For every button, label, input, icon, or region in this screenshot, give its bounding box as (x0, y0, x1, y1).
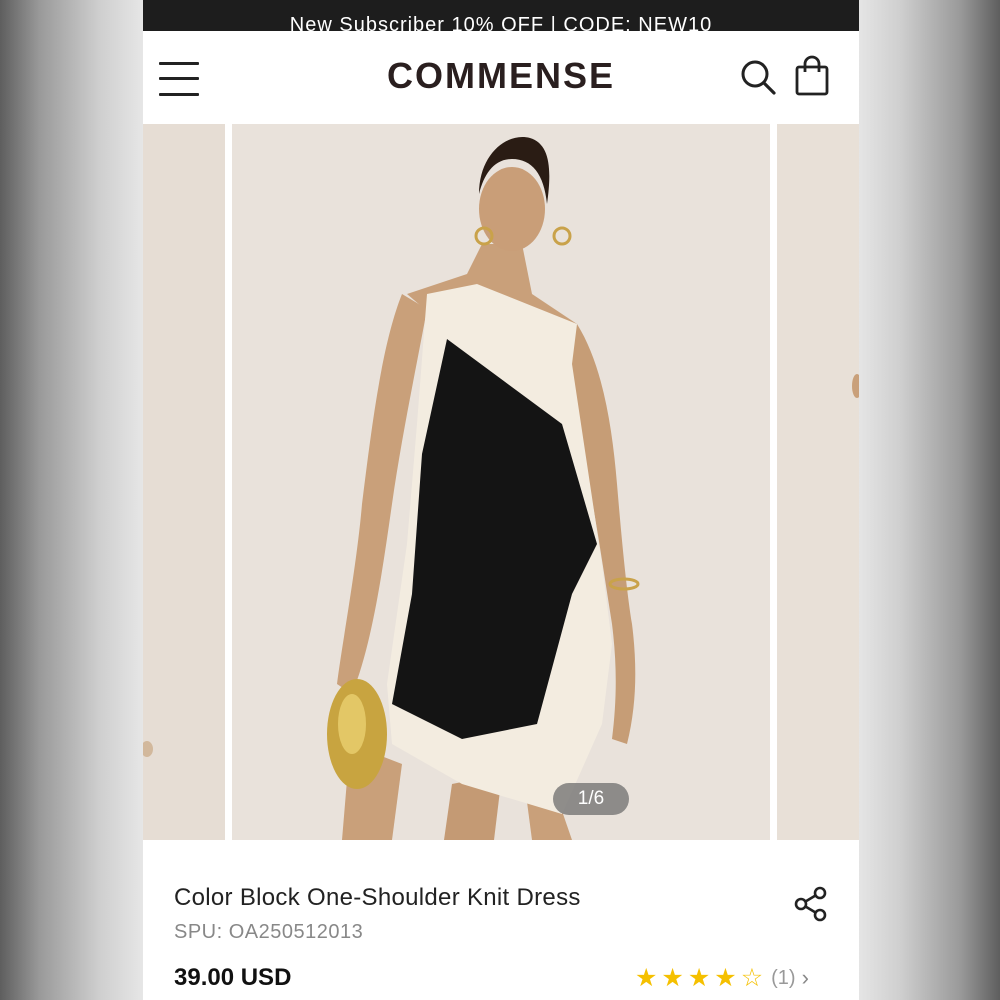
product-title: Color Block One-Shoulder Knit Dress (174, 884, 581, 911)
shopping-bag-icon[interactable] (793, 55, 831, 97)
product-price: 39.00 USD (174, 964, 292, 991)
product-spu: SPU: OA250512013 (174, 921, 364, 943)
product-photo: 1/6 (232, 124, 770, 840)
promo-banner[interactable]: New Subscriber 10% OFF | CODE: NEW10 (143, 0, 859, 31)
star-filled-icon: ★ (661, 963, 684, 992)
product-info-panel: Color Block One-Shoulder Knit Dress SPU:… (143, 840, 859, 1000)
star-filled-icon: ★ (687, 963, 711, 992)
share-icon[interactable] (794, 886, 828, 922)
search-icon[interactable] (739, 58, 777, 96)
image-counter: 1/6 (553, 783, 629, 815)
rating-summary[interactable]: ★ ★ ★ ★ ☆ (1) › (635, 964, 809, 992)
review-count: (1) (771, 966, 796, 989)
product-image-carousel[interactable]: 1/6 (143, 124, 859, 840)
star-empty-icon: ☆ (740, 963, 764, 992)
site-header: COMMENSE (143, 31, 859, 124)
star-filled-icon: ★ (714, 963, 737, 992)
model-dress-illustration (232, 124, 770, 840)
promo-text: New Subscriber 10% OFF | CODE: NEW10 (289, 14, 713, 31)
next-slide-preview[interactable] (777, 124, 859, 840)
mobile-page: New Subscriber 10% OFF | CODE: NEW10 COM… (143, 0, 859, 1000)
previous-slide-preview[interactable] (143, 124, 225, 840)
star-filled-icon: ★ (635, 963, 658, 992)
chevron-right-icon: › (801, 965, 809, 990)
